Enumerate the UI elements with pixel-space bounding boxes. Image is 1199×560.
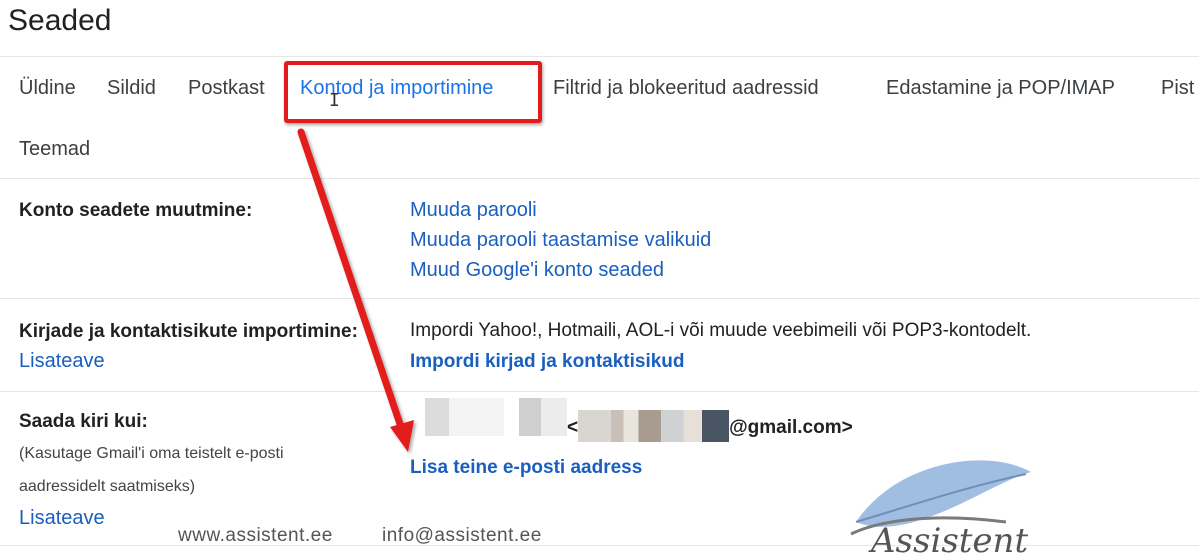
text-cursor-icon: I <box>329 90 340 111</box>
tab-themes[interactable]: Teemad <box>19 138 90 161</box>
add-email-address-link[interactable]: Lisa teine e-posti aadress <box>410 457 642 479</box>
page-title: Seaded <box>8 4 112 37</box>
tab-general[interactable]: Üldine <box>19 77 76 100</box>
annotation-highlight-box <box>284 61 542 123</box>
send-as-learn-more-link[interactable]: Lisateave <box>19 507 105 530</box>
import-mail-contacts-link[interactable]: Impordi kirjad ja kontaktisikud <box>410 351 685 373</box>
import-learn-more-link[interactable]: Lisateave <box>19 350 105 373</box>
send-as-hint: (Kasutage Gmail'i oma teistelt e-posti <box>19 445 284 462</box>
footer-website: www.assistent.ee <box>178 525 333 546</box>
divider <box>0 391 1199 392</box>
tab-addons[interactable]: Pist <box>1161 77 1194 100</box>
footer-email: info@assistent.ee <box>382 525 542 546</box>
send-as-email: < @gmail.com> <box>567 410 853 442</box>
change-recovery-link[interactable]: Muuda parooli taastamise valikuid <box>410 229 711 252</box>
divider <box>0 178 1199 179</box>
send-as-hint: aadressidelt saatmiseks) <box>19 478 196 495</box>
divider <box>0 56 1199 57</box>
redacted-name-block <box>541 398 567 436</box>
import-label: Kirjade ja kontaktisikute importimine: <box>19 321 358 342</box>
redacted-email-local <box>578 410 730 442</box>
change-password-link[interactable]: Muuda parooli <box>410 199 537 222</box>
settings-tabs: Üldine Sildid Postkast Kontod ja importi… <box>0 60 1199 180</box>
tab-inbox[interactable]: Postkast <box>188 77 265 100</box>
redacted-name-block <box>449 398 504 436</box>
divider <box>0 298 1199 299</box>
redacted-name-block <box>425 398 449 436</box>
logo-wordmark: Assistent <box>868 521 1028 560</box>
tab-filters[interactable]: Filtrid ja blokeeritud aadressid <box>553 77 819 100</box>
tab-forwarding[interactable]: Edastamine ja POP/IMAP <box>886 77 1115 100</box>
send-as-label: Saada kiri kui: <box>19 411 148 432</box>
redacted-name-block <box>519 398 541 436</box>
google-account-settings-link[interactable]: Muud Google'i konto seaded <box>410 259 664 282</box>
account-settings-label: Konto seadete muutmine: <box>19 200 253 221</box>
import-description: Impordi Yahoo!, Hotmaili, AOL-i või muud… <box>410 320 1032 341</box>
assistent-logo: Assistent <box>850 460 1031 560</box>
tab-labels[interactable]: Sildid <box>107 77 156 100</box>
